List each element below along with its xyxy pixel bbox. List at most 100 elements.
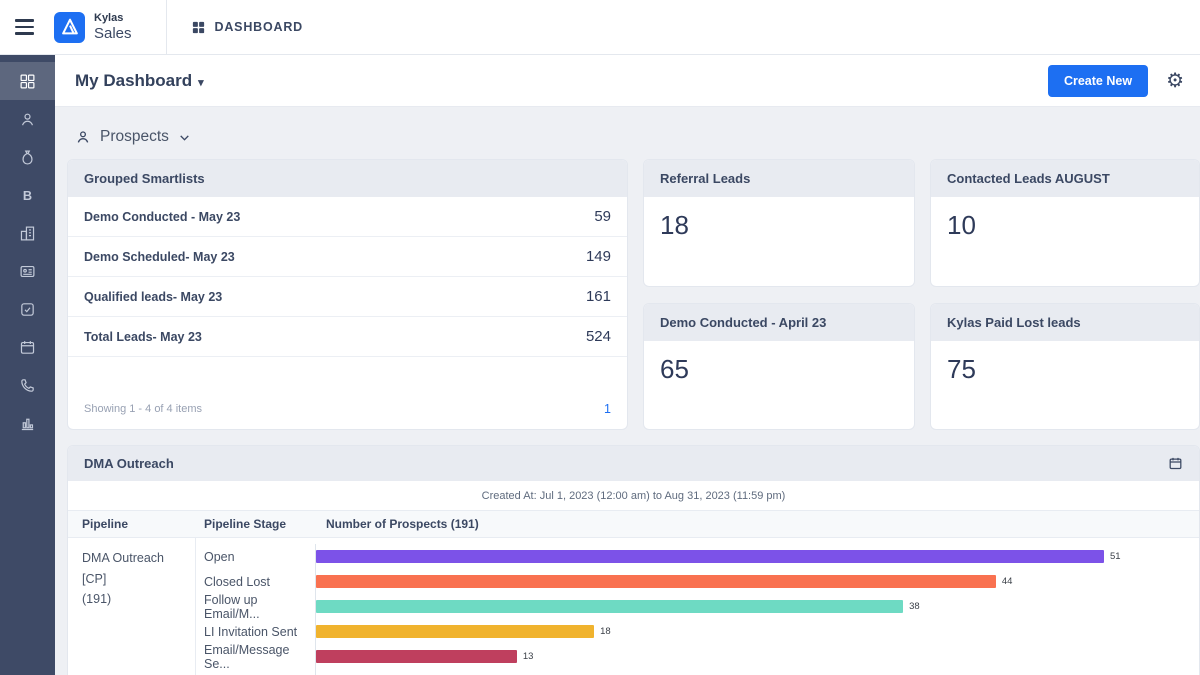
kylas-paid-lost-leads-card: Kylas Paid Lost leads 75 [930, 303, 1200, 430]
stage-bar[interactable] [316, 650, 517, 663]
bar-value-label: 38 [909, 601, 920, 612]
smartlist-label: Total Leads- May 23 [84, 330, 202, 344]
money-bag-icon [19, 149, 36, 166]
stat-value: 75 [931, 341, 1199, 398]
dashboard-title-dropdown[interactable]: My Dashboard ▾ [75, 71, 204, 91]
pipeline-count: (191) [82, 589, 189, 610]
create-new-button[interactable]: Create New [1048, 65, 1148, 97]
stat-value: 10 [931, 197, 1199, 254]
sidebar-item-tasks[interactable] [0, 290, 55, 328]
stage-bar[interactable] [316, 575, 996, 588]
phone-icon [19, 377, 36, 394]
column-header-number-of-prospects: Number of Prospects (191) [316, 517, 1199, 531]
hamburger-menu-icon[interactable] [15, 15, 39, 38]
settings-gear-icon[interactable]: ⚙ [1166, 71, 1184, 91]
sidebar-item-dashboard[interactable] [0, 62, 55, 100]
stage-row: Follow up Email/M... 38 [196, 594, 1199, 619]
main-area: My Dashboard ▾ Create New ⚙ Prospects Gro… [55, 55, 1200, 675]
demo-conducted-april-card: Demo Conducted - April 23 65 [643, 303, 915, 430]
stage-bar[interactable] [316, 550, 1104, 563]
prospects-section-header[interactable]: Prospects [67, 119, 1200, 159]
stage-row: Email/Message Se... 13 [196, 644, 1199, 669]
sidebar-item-products[interactable] [0, 252, 55, 290]
referral-leads-card: Referral Leads 18 [643, 159, 915, 287]
dma-card-header: DMA Outreach [68, 446, 1199, 481]
bar-value-label: 51 [1110, 551, 1121, 562]
showing-items-text: Showing 1 - 4 of 4 items [84, 403, 202, 415]
stage-label: LI Invitation Sent [196, 619, 316, 644]
app-window: Kylas Sales DASHBOARD [0, 0, 1200, 675]
sidebar-item-leads[interactable] [0, 100, 55, 138]
dashboard-grid-icon [191, 20, 206, 35]
contacted-leads-august-card: Contacted Leads AUGUST 10 [930, 159, 1200, 287]
calendar-icon[interactable] [1168, 456, 1183, 471]
bar-value-label: 18 [600, 626, 611, 637]
smartlist-row[interactable]: Demo Scheduled- May 23 149 [68, 237, 627, 277]
stage-bar[interactable] [316, 625, 594, 638]
chevron-down-icon [178, 131, 191, 144]
sidebar-item-calls[interactable] [0, 366, 55, 404]
svg-text:B: B [23, 187, 32, 202]
smartlist-value: 59 [594, 208, 611, 225]
page-title: My Dashboard [75, 71, 192, 90]
prospects-title: Prospects [100, 128, 169, 146]
dashboard-grid-icon [19, 73, 36, 90]
column-header-pipeline: Pipeline [68, 517, 196, 531]
sidebar-item-companies[interactable] [0, 214, 55, 252]
card-title: Kylas Paid Lost leads [931, 304, 1199, 341]
smartlist-label: Demo Scheduled- May 23 [84, 250, 235, 264]
smartlist-label: Demo Conducted - May 23 [84, 210, 240, 224]
buildings-icon [19, 225, 36, 242]
task-check-icon [19, 301, 36, 318]
stage-label: Closed Lost [196, 569, 316, 594]
brand: Kylas Sales [54, 0, 167, 54]
stage-label [196, 669, 316, 675]
topbar: Kylas Sales DASHBOARD [0, 0, 1200, 55]
kylas-logo-icon [54, 12, 85, 43]
stage-label: Email/Message Se... [196, 644, 316, 669]
stage-label: Open [196, 544, 316, 569]
person-icon [75, 129, 91, 145]
sidebar-item-reports[interactable] [0, 404, 55, 442]
pagination-page-1[interactable]: 1 [604, 402, 611, 416]
smartlist-label: Qualified leads- May 23 [84, 290, 222, 304]
page-header: My Dashboard ▾ Create New ⚙ [55, 55, 1200, 107]
bar-value-label: 13 [523, 651, 534, 662]
brand-product: Sales [94, 25, 132, 42]
smartlist-row[interactable]: Qualified leads- May 23 161 [68, 277, 627, 317]
pipeline-code: [CP] [82, 569, 189, 590]
sidebar-item-meetings[interactable] [0, 328, 55, 366]
stage-label: Follow up Email/M... [196, 594, 316, 619]
nav-dashboard[interactable]: DASHBOARD [167, 20, 303, 35]
cards-grid: Grouped Smartlists Demo Conducted - May … [67, 159, 1200, 430]
stage-rows: Open 51 Closed Lost 44 Follow up Email/M… [196, 538, 1199, 675]
calendar-icon [19, 339, 36, 356]
pipeline-cell: DMA Outreach [CP] (191) [68, 538, 196, 675]
column-header-pipeline-stage: Pipeline Stage [196, 517, 316, 531]
sidebar: B [0, 55, 55, 675]
sidebar-item-deals[interactable] [0, 138, 55, 176]
dma-card-title: DMA Outreach [84, 456, 174, 471]
card-title: Demo Conducted - April 23 [644, 304, 914, 341]
smartlist-value: 524 [586, 328, 611, 345]
smartlist-row[interactable]: Total Leads- May 23 524 [68, 317, 627, 357]
dma-outreach-card: DMA Outreach Created At: Jul 1, 2023 (12… [67, 445, 1200, 675]
stage-row: Open 51 [196, 544, 1199, 569]
person-icon [19, 111, 36, 128]
stage-row [196, 669, 1199, 675]
smartlists-footer: Showing 1 - 4 of 4 items 1 [68, 392, 627, 429]
stage-bar[interactable] [316, 600, 903, 613]
chevron-down-icon: ▾ [198, 77, 204, 89]
date-range-text: Created At: Jul 1, 2023 (12:00 am) to Au… [68, 481, 1199, 510]
stat-value: 65 [644, 341, 914, 398]
card-title: Referral Leads [644, 160, 914, 197]
sidebar-item-contacts[interactable]: B [0, 176, 55, 214]
stage-row: LI Invitation Sent 18 [196, 619, 1199, 644]
stage-row: Closed Lost 44 [196, 569, 1199, 594]
letter-b-icon: B [19, 187, 36, 204]
card-title: Contacted Leads AUGUST [931, 160, 1199, 197]
id-card-icon [19, 263, 36, 280]
smartlist-row[interactable]: Demo Conducted - May 23 59 [68, 197, 627, 237]
dashboard-content: Prospects Grouped Smartlists Demo Conduc… [55, 107, 1200, 675]
grouped-smartlists-card: Grouped Smartlists Demo Conducted - May … [67, 159, 628, 430]
